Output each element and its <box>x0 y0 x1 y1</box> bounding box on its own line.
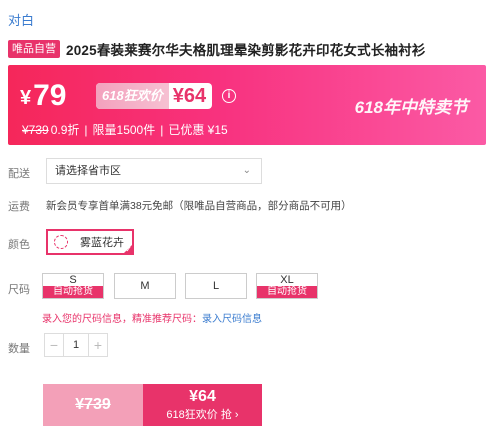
size-label: 尺码 <box>8 284 30 296</box>
current-price-value: 79 <box>33 79 67 112</box>
original-price-button[interactable]: ¥739 <box>43 384 143 426</box>
buy-now-button[interactable]: ¥64 618狂欢价 抢 › <box>143 384 262 426</box>
quantity-label: 数量 <box>8 343 30 355</box>
chevron-down-icon: ⌄ <box>242 165 251 176</box>
size-name: L <box>212 280 220 292</box>
product-title-row: 唯品自营 2025春装莱赛尔华夫格肌理晕染剪影花卉印花女式长袖衬衫 <box>8 39 426 59</box>
size-note-text: 录入您的尺码信息，精准推荐尺码： <box>42 314 202 325</box>
original-price-label: ¥739 <box>75 396 111 413</box>
promo-price: ¥64 <box>172 84 207 107</box>
color-label: 颜色 <box>8 239 30 251</box>
currency-symbol: ¥ <box>20 87 32 109</box>
discount-rate: 0.9折 <box>50 123 80 137</box>
size-option-s[interactable]: S 自动抢货 <box>42 273 104 299</box>
size-option-l[interactable]: L <box>185 273 247 299</box>
color-option-selected[interactable]: 雾蓝花卉 ✓ <box>46 229 134 255</box>
current-price: ¥ 79 <box>20 79 67 113</box>
shipping-label: 运费 <box>8 201 30 213</box>
size-name: M <box>140 280 150 292</box>
buy-action-label: 618狂欢价 抢 › <box>166 409 239 421</box>
promo-price-chip: 618狂欢价 ¥64 <box>96 83 213 109</box>
separator: | <box>160 122 164 137</box>
color-option-label: 雾蓝花卉 <box>80 237 124 249</box>
region-select-placeholder: 请选择省市区 <box>55 165 121 177</box>
quantity-minus-button[interactable]: − <box>45 334 63 356</box>
separator: | <box>84 122 88 137</box>
quantity-input[interactable]: 1 <box>63 334 89 356</box>
shipping-info: 新会员专享首单满38元免邮（限唯品自营商品，部分商品不可用） <box>46 200 352 212</box>
check-icon: ✓ <box>125 245 132 254</box>
loading-icon <box>54 235 68 249</box>
size-recommend-note: 录入您的尺码信息，精准推荐尺码：录入尺码信息 <box>42 310 262 325</box>
auto-restock-badge: 自动抢货 <box>43 286 103 298</box>
quantity-plus-button[interactable]: + <box>89 334 107 356</box>
buy-price: ¥64 <box>189 388 216 405</box>
region-select[interactable]: 请选择省市区 ⌄ <box>46 158 262 184</box>
enter-size-link[interactable]: 录入尺码信息 <box>202 314 262 325</box>
brand-name[interactable]: 对白 <box>8 10 34 29</box>
size-option-xl[interactable]: XL 自动抢货 <box>256 273 318 299</box>
delivery-label: 配送 <box>8 168 30 180</box>
promo-label: 618狂欢价 <box>96 83 169 109</box>
stock-limit: 限量1500件 <box>92 123 156 137</box>
quantity-stepper: − 1 + <box>44 333 108 357</box>
self-operated-badge: 唯品自营 <box>8 40 60 58</box>
product-title: 2025春装莱赛尔华夫格肌理晕染剪影花卉印花女式长袖衬衫 <box>66 43 426 58</box>
auto-restock-badge: 自动抢货 <box>257 286 317 298</box>
festival-label: 618年中特卖节 <box>354 98 468 117</box>
size-option-m[interactable]: M <box>114 273 176 299</box>
saved-amount: 已优惠 ¥15 <box>168 123 228 137</box>
info-icon[interactable]: i <box>222 89 236 103</box>
price-details: ¥739 0.9折 | 限量1500件 | 已优惠 ¥15 <box>22 121 228 138</box>
price-panel: ¥ 79 618狂欢价 ¥64 i 618年中特卖节 ¥739 0.9折 | 限… <box>8 65 486 145</box>
original-price: ¥739 <box>22 122 49 137</box>
